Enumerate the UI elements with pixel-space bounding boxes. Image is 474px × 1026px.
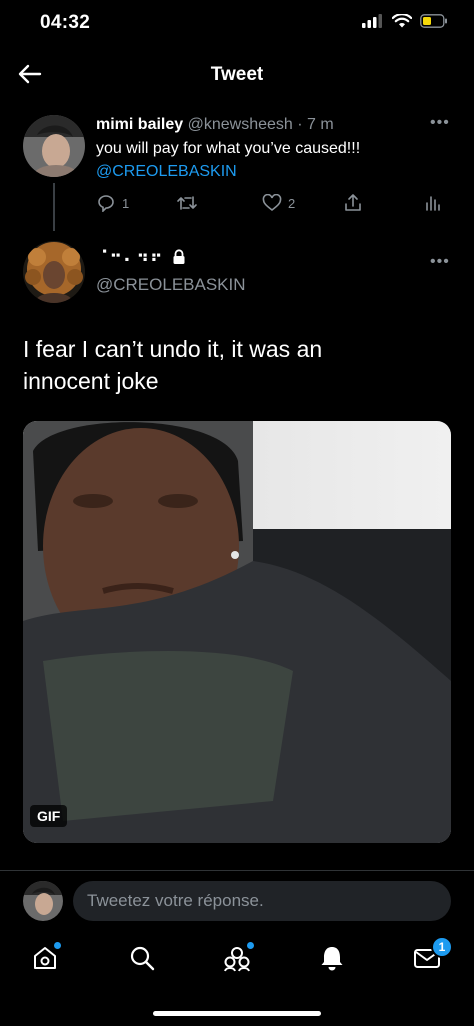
reply-input[interactable]: Tweetez votre réponse. <box>73 881 451 921</box>
reply-icon <box>98 195 114 212</box>
tab-messages[interactable]: 1 <box>407 936 453 978</box>
search-icon <box>130 946 155 971</box>
retweet-icon <box>177 196 197 210</box>
thread-line <box>53 183 55 231</box>
home-notification-dot <box>54 942 61 949</box>
main-display-row: ⠈⠒⠄⠲⠖ <box>96 247 186 267</box>
reply-count: 1 <box>122 195 130 211</box>
main-more-icon[interactable]: ••• <box>430 253 450 271</box>
gif-thumbnail <box>23 421 451 843</box>
tab-notifications[interactable] <box>312 938 352 978</box>
parent-time: · 7 m <box>297 116 334 133</box>
wifi-icon <box>392 14 412 28</box>
parent-display-name[interactable]: mimi bailey <box>96 116 183 133</box>
heart-icon <box>262 194 282 212</box>
reply-avatar[interactable] <box>23 881 63 921</box>
like-action[interactable]: 2 <box>262 194 295 212</box>
analytics-icon <box>426 196 440 211</box>
parent-tweet-text: you will pay for what you’ve caused!!! <box>96 140 361 157</box>
messages-badge: 1 <box>431 936 453 958</box>
retweet-action[interactable] <box>176 194 198 212</box>
avatar-parent[interactable] <box>23 115 85 177</box>
parent-handle[interactable]: @knewsheesh <box>188 116 293 133</box>
analytics-action[interactable] <box>425 194 441 212</box>
share-action[interactable] <box>343 193 363 213</box>
communities-notification-dot <box>247 942 254 949</box>
lock-icon <box>173 249 184 264</box>
tweet-media-gif[interactable] <box>23 421 451 843</box>
signal-icon <box>362 14 382 28</box>
tab-search[interactable] <box>122 938 162 978</box>
gif-badge: GIF <box>30 805 68 827</box>
share-icon <box>345 194 361 211</box>
main-tweet-text: I fear I can’t undo it, it was an innoce… <box>23 336 323 394</box>
parent-mention-link[interactable]: @CREOLEBASKIN <box>96 163 237 181</box>
bell-icon <box>321 947 343 971</box>
main-display-name[interactable]: ⠈⠒⠄⠲⠖ <box>96 247 164 267</box>
page-title: Tweet <box>210 64 264 85</box>
parent-more-icon[interactable]: ••• <box>430 114 450 132</box>
reply-action[interactable]: 1 <box>96 194 129 212</box>
avatar-main[interactable] <box>23 241 85 303</box>
status-time: 04:32 <box>40 12 91 33</box>
parent-tweet-header: mimi bailey @knewsheesh · 7 m <box>96 116 334 134</box>
tab-home[interactable] <box>25 938 65 978</box>
battery-icon <box>420 14 447 28</box>
tab-communities[interactable] <box>217 938 257 978</box>
reply-divider <box>0 870 474 871</box>
like-count: 2 <box>288 195 296 211</box>
status-icons <box>362 14 448 28</box>
main-handle[interactable]: @CREOLEBASKIN <box>96 275 246 295</box>
home-indicator[interactable] <box>153 1011 321 1016</box>
